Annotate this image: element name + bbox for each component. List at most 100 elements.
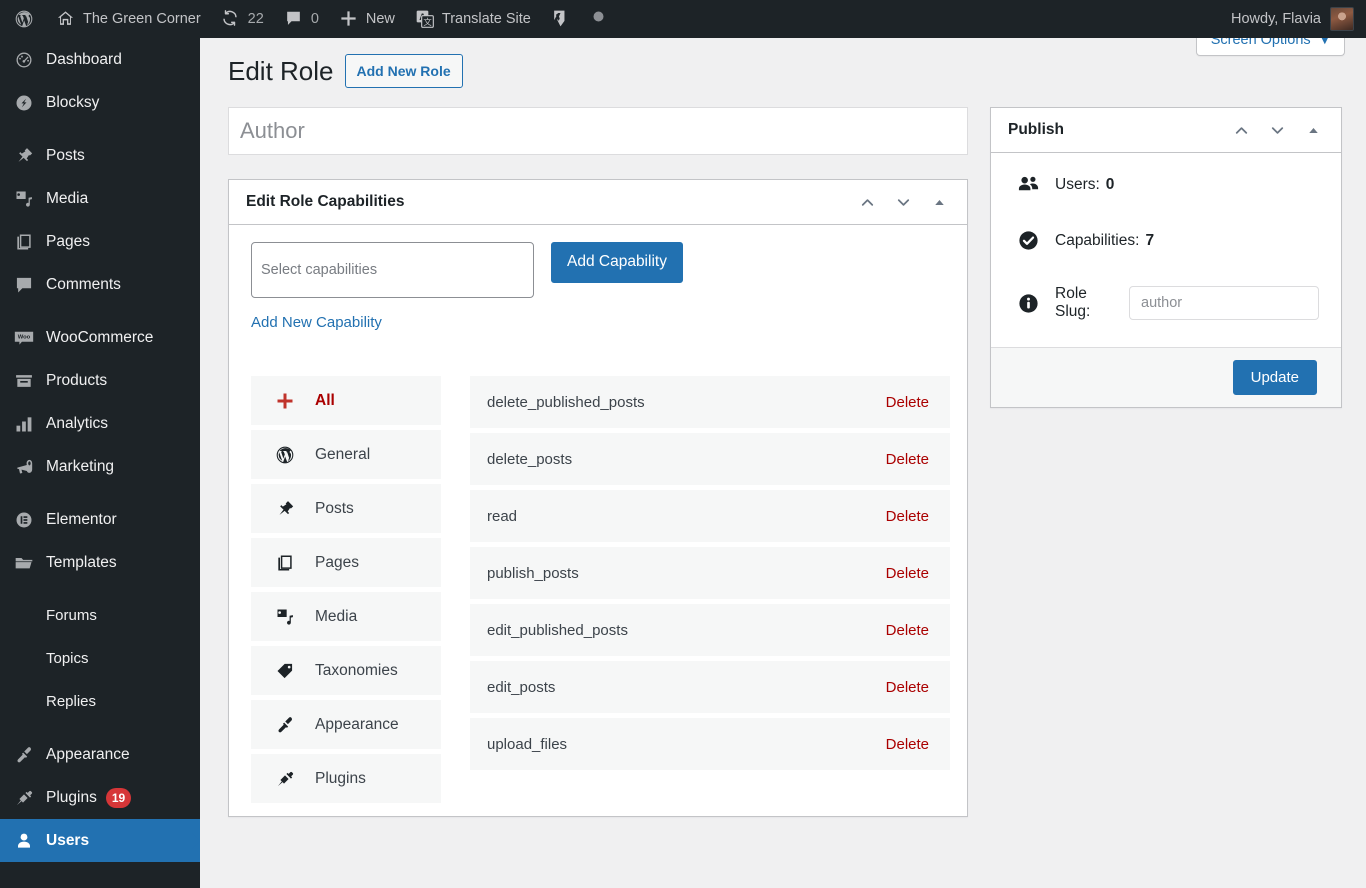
wordpress-logo-icon bbox=[14, 9, 34, 29]
move-panel-up-button[interactable] bbox=[1225, 114, 1257, 146]
sidebar-item-forums[interactable]: Forums bbox=[0, 594, 200, 637]
select-capabilities-input[interactable] bbox=[251, 242, 534, 298]
sidebar-item-users[interactable]: Users bbox=[0, 819, 200, 862]
adminbar-account-area[interactable]: Howdy, Flavia bbox=[1231, 7, 1366, 31]
sidebar-item-marketing[interactable]: Marketing bbox=[0, 445, 200, 488]
sidebar-item-dashboard[interactable]: Dashboard bbox=[0, 38, 200, 81]
delete-capability-link[interactable]: Delete bbox=[886, 565, 929, 582]
adminbar-site-name-label: The Green Corner bbox=[83, 11, 201, 27]
yoast-seo-icon bbox=[551, 9, 571, 29]
products-icon bbox=[11, 370, 37, 392]
capabilities-panel-body: Add Capability Add New Capability All bbox=[229, 225, 967, 816]
pages-icon bbox=[11, 231, 37, 253]
users-group-icon bbox=[1016, 173, 1041, 196]
sidebar-item-topics[interactable]: Topics bbox=[0, 637, 200, 680]
adminbar-comments[interactable]: 0 bbox=[274, 0, 329, 38]
page-title: Edit Role bbox=[228, 56, 334, 87]
sidebar-item-analytics[interactable]: Analytics bbox=[0, 402, 200, 445]
sidebar-item-label: Pages bbox=[46, 233, 90, 251]
plugins-update-badge: 19 bbox=[106, 788, 131, 808]
sidebar-item-media[interactable]: Media bbox=[0, 177, 200, 220]
adminbar-howdy-label: Howdy, Flavia bbox=[1231, 11, 1321, 27]
sidebar-item-appearance[interactable]: Appearance bbox=[0, 733, 200, 776]
capability-group-media[interactable]: Media bbox=[251, 592, 441, 646]
sidebar-item-posts[interactable]: Posts bbox=[0, 134, 200, 177]
capability-group-appearance[interactable]: Appearance bbox=[251, 700, 441, 754]
capability-group-pages[interactable]: Pages bbox=[251, 538, 441, 592]
content-columns: Edit Role Capabilities bbox=[200, 88, 1366, 817]
move-panel-down-button[interactable] bbox=[1261, 114, 1293, 146]
toggle-panel-button[interactable] bbox=[923, 186, 955, 218]
role-slug-input[interactable] bbox=[1129, 286, 1319, 320]
primary-column: Edit Role Capabilities bbox=[228, 107, 968, 817]
sidebar-item-woocommerce[interactable]: Woo WooCommerce bbox=[0, 316, 200, 359]
adminbar-comments-count: 0 bbox=[311, 11, 319, 27]
capability-name: upload_files bbox=[487, 736, 567, 753]
toggle-panel-button[interactable] bbox=[1297, 114, 1329, 146]
capability-rows: delete_published_posts Delete delete_pos… bbox=[470, 376, 950, 808]
capabilities-count-value: 7 bbox=[1145, 232, 1154, 250]
sidebar-item-plugins[interactable]: Plugins 19 bbox=[0, 776, 200, 819]
sidebar-item-label: Blocksy bbox=[46, 94, 99, 112]
delete-capability-link[interactable]: Delete bbox=[886, 736, 929, 753]
move-panel-down-button[interactable] bbox=[887, 186, 919, 218]
home-icon bbox=[56, 9, 76, 29]
add-new-role-button[interactable]: Add New Role bbox=[345, 54, 463, 88]
adminbar-new-content[interactable]: New bbox=[329, 0, 405, 38]
sidebar-item-products[interactable]: Products bbox=[0, 359, 200, 402]
delete-capability-link[interactable]: Delete bbox=[886, 622, 929, 639]
delete-capability-link[interactable]: Delete bbox=[886, 508, 929, 525]
capability-group-all[interactable]: All bbox=[251, 376, 441, 430]
capability-group-label: Posts bbox=[315, 500, 354, 518]
capability-group-label: General bbox=[315, 446, 370, 464]
adminbar-translate-site[interactable]: A 文 Translate Site bbox=[405, 0, 541, 38]
sidebar-item-comments[interactable]: Comments bbox=[0, 263, 200, 306]
sidebar-item-elementor[interactable]: Elementor bbox=[0, 498, 200, 541]
tag-icon bbox=[273, 661, 297, 681]
capability-group-plugins[interactable]: Plugins bbox=[251, 754, 441, 808]
capabilities-count-row: Capabilities: 7 bbox=[1016, 229, 1319, 252]
sidebar-item-label: Posts bbox=[46, 147, 85, 165]
update-button[interactable]: Update bbox=[1233, 360, 1317, 395]
users-count-row: Users: 0 bbox=[1016, 173, 1319, 196]
circle-icon bbox=[591, 9, 611, 29]
sidebar-item-pages[interactable]: Pages bbox=[0, 220, 200, 263]
edit-role-capabilities-panel: Edit Role Capabilities bbox=[228, 179, 968, 817]
adminbar-updates[interactable]: 22 bbox=[211, 0, 274, 38]
users-label: Users: bbox=[1055, 176, 1100, 194]
add-capability-button[interactable]: Add Capability bbox=[551, 242, 683, 282]
sidebar-item-blocksy[interactable]: Blocksy bbox=[0, 81, 200, 124]
adminbar-new-label: New bbox=[366, 11, 395, 27]
sidebar-item-label: Templates bbox=[46, 554, 117, 572]
role-name-input[interactable] bbox=[228, 107, 968, 155]
capabilities-panel-header: Edit Role Capabilities bbox=[229, 180, 967, 225]
comment-bubble-icon bbox=[284, 9, 304, 29]
move-panel-up-button[interactable] bbox=[851, 186, 883, 218]
delete-capability-link[interactable]: Delete bbox=[886, 451, 929, 468]
adminbar-yoast-seo[interactable] bbox=[541, 0, 581, 38]
adminbar-site-name[interactable]: The Green Corner bbox=[46, 0, 211, 38]
capability-name: delete_posts bbox=[487, 451, 572, 468]
chevron-down-icon: ▼ bbox=[1318, 38, 1332, 48]
capability-group-taxonomies[interactable]: Taxonomies bbox=[251, 646, 441, 700]
plus-icon bbox=[339, 9, 359, 29]
sidebar-item-replies[interactable]: Replies bbox=[0, 680, 200, 723]
capability-group-posts[interactable]: Posts bbox=[251, 484, 441, 538]
screen-options-tab[interactable]: Screen Options ▼ bbox=[1196, 38, 1345, 56]
capability-name: edit_published_posts bbox=[487, 622, 628, 639]
table-row: delete_published_posts Delete bbox=[470, 376, 950, 433]
adminbar-wordpress-logo[interactable] bbox=[0, 0, 46, 38]
add-new-capability-link[interactable]: Add New Capability bbox=[251, 314, 382, 331]
adminbar-extra-item[interactable] bbox=[581, 0, 621, 38]
delete-capability-link[interactable]: Delete bbox=[886, 394, 929, 411]
sidebar-item-label: Users bbox=[46, 832, 89, 850]
paintbrush-icon bbox=[273, 715, 297, 735]
capability-group-label: Appearance bbox=[315, 716, 399, 734]
table-row: read Delete bbox=[470, 490, 950, 547]
capability-group-general[interactable]: General bbox=[251, 430, 441, 484]
sidebar-item-templates[interactable]: Templates bbox=[0, 541, 200, 584]
main-content-area: Screen Options ▼ Edit Role Add New Role … bbox=[200, 38, 1366, 888]
delete-capability-link[interactable]: Delete bbox=[886, 679, 929, 696]
info-icon bbox=[1016, 292, 1041, 315]
capability-name: publish_posts bbox=[487, 565, 579, 582]
